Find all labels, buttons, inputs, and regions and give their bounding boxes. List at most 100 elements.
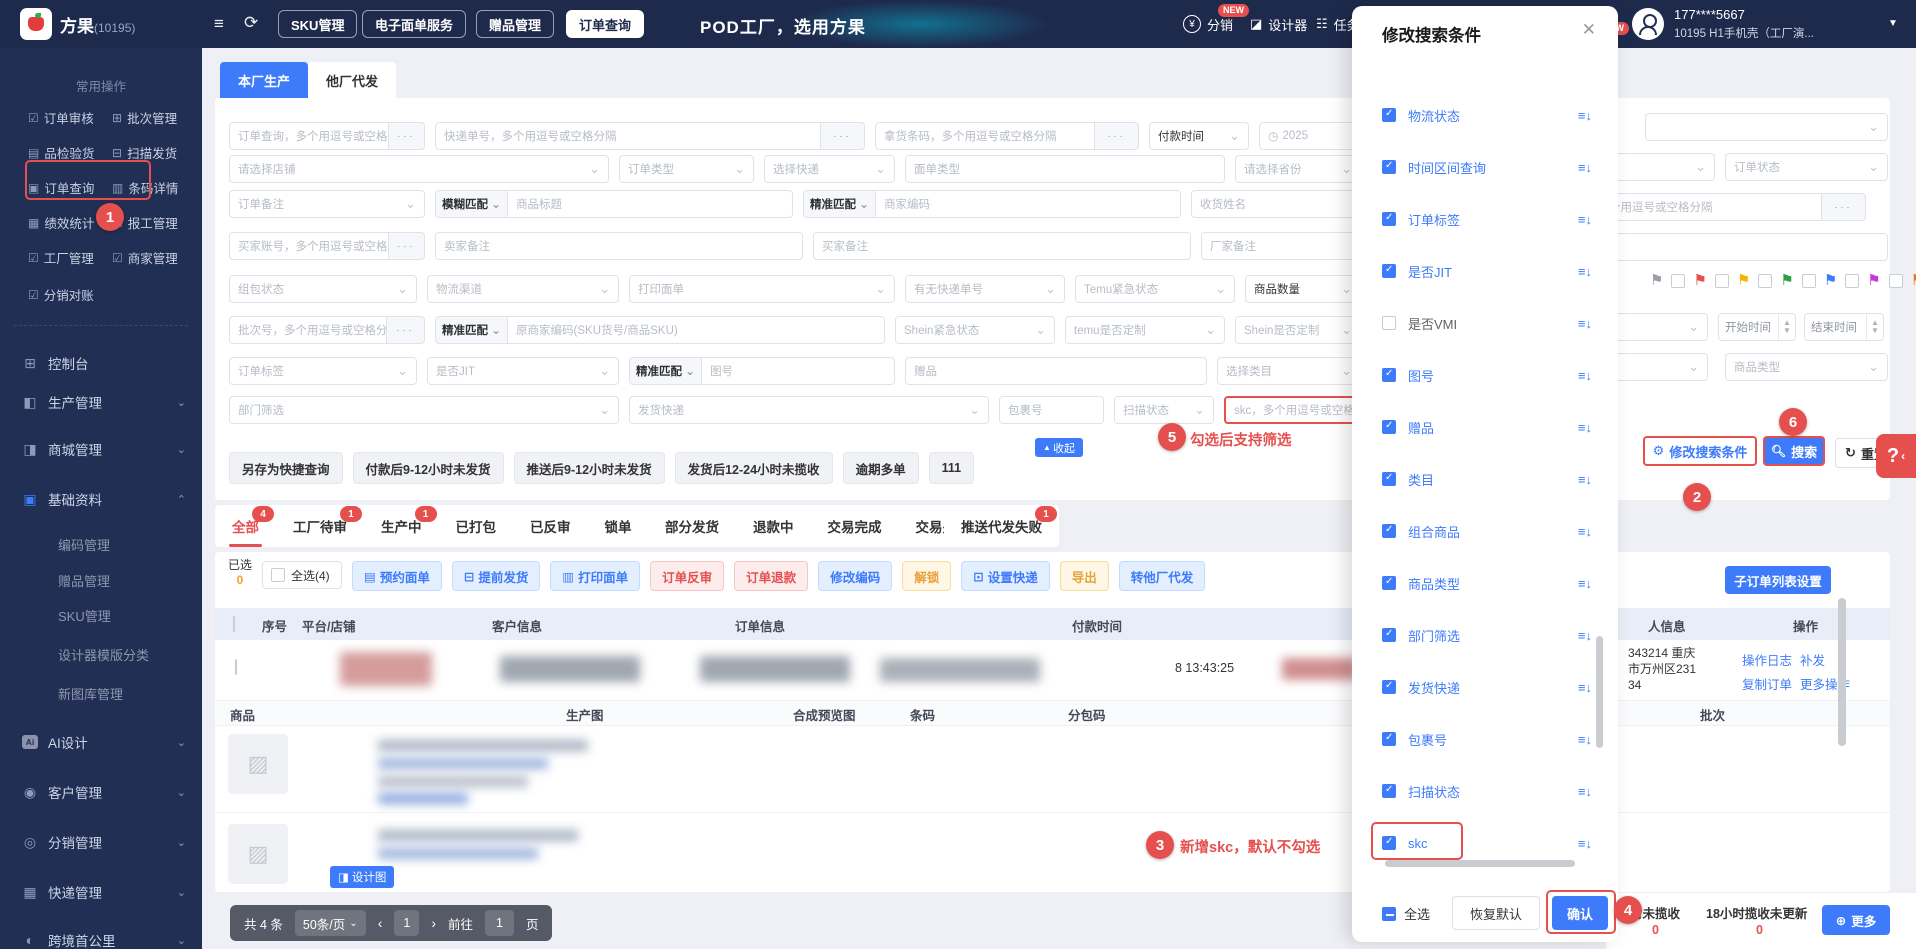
flag-blue-checkbox[interactable] [1845,273,1860,288]
search-button[interactable]: 🔍︎ 搜索 [1763,436,1825,466]
sidebar-item-cross-border[interactable]: ◐ 跨境首公里 ⌄ [22,930,186,949]
jit-select[interactable]: 是否JIT [427,357,619,385]
checkbox-checked-icon[interactable] [1382,368,1396,382]
exact-match-select-3[interactable]: 精准匹配 [629,357,703,385]
checkbox-checked-icon[interactable] [1382,836,1396,850]
pickup-barcode-more-icon[interactable]: ··· [1095,122,1139,150]
quick-filter-pay-9-12[interactable]: 付款后9-12小时未发货 [352,452,504,484]
panel-item-time-range[interactable]: 时间区间查询≡↓ [1382,155,1592,179]
skc-input[interactable]: skc，多个用逗号或空格 [1224,396,1361,424]
status-tab-locked[interactable]: 锁单 [588,505,649,547]
exact-match-select-1[interactable]: 精准匹配 [803,190,877,218]
panel-item-vmi[interactable]: 是否VMI ≡↓ [1382,311,1592,335]
designer-entry[interactable]: ◪ 设计器 [1250,0,1307,48]
checkbox-checked-icon[interactable] [1382,264,1396,278]
logistics-channel-select[interactable]: 物流渠道 [427,275,619,303]
page-size-select[interactable]: 50条/页 ⌄ [294,910,366,936]
print-waybill-select[interactable]: 打印面单 [629,275,895,303]
scan-status-select[interactable]: 扫描状态 [1114,396,1214,424]
menu-fold-icon[interactable]: ≡ [214,15,224,32]
order-reverse-audit-button[interactable]: 订单反审 [650,561,725,591]
sort-handle-icon[interactable]: ≡↓ [1578,212,1592,227]
merchant-code-input[interactable]: 商家编码 [876,190,1181,218]
gift-input[interactable]: 赠品 [905,357,1207,385]
order-tag-select[interactable]: 订单标签 [229,357,417,385]
copy-order-link[interactable]: 复制订单 [1742,674,1792,693]
sort-handle-icon[interactable]: ≡↓ [1578,264,1592,279]
panel-item-combo-product[interactable]: 组合商品≡↓ [1382,519,1592,543]
restore-default-button[interactable]: 恢复默认 [1452,896,1540,930]
buyer-account-input[interactable]: 买家账号，多个用逗号或空格分隔 [229,232,389,260]
sidebar-quick-scan-ship[interactable]: ⊟ 扫描发货 [112,143,177,162]
panel-item-category[interactable]: 类目≡↓ [1382,467,1592,491]
category-select[interactable]: 选择类目 [1217,357,1361,385]
checkbox-checked-icon[interactable] [1382,732,1396,746]
flag-purple-checkbox[interactable] [1888,273,1903,288]
unlock-button[interactable]: 解锁 [902,561,952,591]
sidebar-quick-barcode-detail[interactable]: ▥ 条码详情 [112,178,178,197]
panel-item-scan-status[interactable]: 扫描状态≡↓ [1382,779,1592,803]
status-tab-re-audited[interactable]: 已反审 [513,505,588,547]
tab-other-factory[interactable]: 他厂代发 [308,62,396,98]
pay-time-select[interactable]: 付款时间 [1149,122,1249,150]
sort-handle-icon[interactable]: ≡↓ [1578,524,1592,539]
courier-select[interactable]: 选择快递 [764,155,895,183]
fuzzy-match-select[interactable]: 模糊匹配 [435,190,509,218]
sidebar-quick-merchant[interactable]: ☑ 商家管理 [112,248,178,267]
quick-filter-111[interactable]: 111 [928,452,975,484]
sort-handle-icon[interactable]: ≡↓ [1578,836,1592,851]
sort-handle-icon[interactable]: ≡↓ [1578,784,1592,799]
checkbox-checked-icon[interactable] [1382,420,1396,434]
shein-urgent-select[interactable]: Shein紧急状态 [895,316,1055,344]
header-checkbox[interactable] [233,616,235,632]
shop-select[interactable]: 请选择店铺 [229,155,609,183]
checkbox-checked-icon[interactable] [1382,680,1396,694]
checkbox-checked-icon[interactable] [1382,160,1396,174]
panel-item-figure-no[interactable]: 图号≡↓ [1382,363,1592,387]
receiver-name-input[interactable]: 收货姓名 [1191,190,1361,218]
sidebar-item-console[interactable]: ⊞ 控制台 [22,353,186,373]
temu-custom-select[interactable]: temu是否定制 [1065,316,1225,344]
order-refund-button[interactable]: 订单退款 [734,561,809,591]
status-tab-factory-audit[interactable]: 工厂待审 1 [276,505,364,547]
shein-custom-select[interactable]: Shein是否定制 [1235,316,1361,344]
start-time-stepper[interactable]: 开始时间 ▲ ▼ [1718,313,1796,341]
order-status-select[interactable]: 订单状态 [1725,153,1888,181]
panel-item-logistics-status[interactable]: 物流状态≡↓ [1382,103,1592,127]
checkbox-checked-icon[interactable] [1382,524,1396,538]
order-remark-select[interactable]: 订单备注 [229,190,425,218]
quick-filter-push-9-12[interactable]: 推送后9-12小时未发货 [513,452,665,484]
status-tab-push-dropship-failed[interactable]: 推送代发失败 1 [944,505,1059,547]
export-button[interactable]: 导出 [1059,561,1109,591]
sort-handle-icon[interactable]: ≡↓ [1578,628,1592,643]
date-range-input[interactable]: ◷ 2025 [1259,122,1361,150]
checkbox-checked-icon[interactable] [1382,628,1396,642]
select-all-box-icon[interactable] [271,568,285,582]
collapse-filters-button[interactable]: ▲ 收起 [1035,438,1083,457]
table-scrollbar[interactable] [1838,598,1846,746]
quick-filter-ship-12-24[interactable]: 发货后12-24小时未揽收 [674,452,833,484]
nav-e-waybill[interactable]: 电子面单服务 [362,10,467,38]
refresh-icon[interactable]: ⟳ [244,14,258,31]
package-no-input[interactable]: 包裹号 [999,396,1104,424]
sort-handle-icon[interactable]: ≡↓ [1578,732,1592,747]
checkbox-checked-icon[interactable] [1382,472,1396,486]
sidebar-quick-batch[interactable]: ⊞ 批次管理 [112,108,177,127]
sidebar-item-customer[interactable]: ◉ 客户管理 ⌄ [22,782,186,802]
exact-match-select-2[interactable]: 精准匹配 [435,316,509,344]
batch-no-more-icon[interactable]: ··· [386,316,425,344]
buyer-note-input[interactable]: 买家备注 [813,232,1191,260]
panel-vertical-scrollbar[interactable] [1596,636,1603,748]
panel-item-jit[interactable]: 是否JIT≡↓ [1382,259,1592,283]
reserve-waybill-button[interactable]: ▤ 预约面单 [352,561,442,591]
sidebar-quick-distribution-recon[interactable]: ☑ 分销对账 [28,285,94,304]
nav-gift-management[interactable]: 赠品管理 [476,10,555,38]
sidebar-item-express[interactable]: ▦ 快递管理 ⌄ [22,882,186,902]
panel-item-order-tag[interactable]: 订单标签≡↓ [1382,207,1592,231]
product-type-select[interactable]: 商品类型 [1725,353,1888,381]
right-select-1[interactable] [1645,113,1888,141]
checkbox-checked-icon[interactable] [1382,212,1396,226]
modify-search-conditions-button[interactable]: ⚙ 修改搜索条件 [1643,436,1757,466]
row-checkbox[interactable] [235,659,237,675]
figure-no-input[interactable]: 图号 [702,357,895,385]
